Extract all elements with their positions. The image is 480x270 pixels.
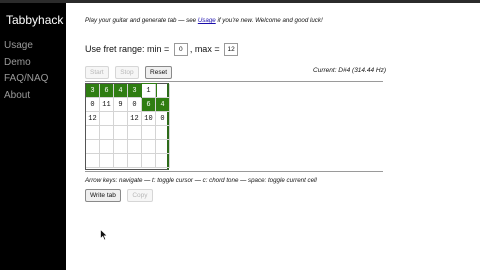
sidebar-item-faq-naq[interactable]: FAQ/NAQ — [4, 71, 48, 88]
tab-cell[interactable]: 3 — [128, 84, 142, 98]
tab-grid: 3 6 4 3 1 0 11 9 0 6 4 12 12 10 0 — [85, 83, 170, 170]
tab-cell[interactable]: 0 — [128, 98, 142, 112]
tab-cell[interactable] — [128, 140, 142, 154]
action-buttons: Write tab Copy — [85, 189, 155, 207]
main-content: Play your guitar and generate tab — see … — [66, 3, 480, 270]
reset-button[interactable]: Reset — [145, 66, 172, 79]
mouse-pointer-icon — [100, 229, 108, 241]
intro-text: Play your guitar and generate tab — see … — [85, 17, 323, 24]
sidebar-nav: Usage Demo FAQ/NAQ About — [4, 38, 48, 104]
tab-cell[interactable]: 6 — [142, 98, 156, 112]
tab-cell[interactable]: 6 — [100, 84, 114, 98]
tab-cell[interactable] — [86, 140, 100, 154]
tab-editor: 3 6 4 3 1 0 11 9 0 6 4 12 12 10 0 — [85, 81, 383, 172]
tab-cell[interactable]: 1 — [141, 83, 157, 99]
tab-cell[interactable] — [142, 154, 156, 168]
sidebar: Tabbyhack Usage Demo FAQ/NAQ About — [0, 3, 66, 270]
brand-title[interactable]: Tabbyhack — [6, 13, 63, 27]
tab-cell[interactable] — [114, 140, 128, 154]
tab-cell[interactable]: 4 — [156, 98, 170, 112]
tab-cell[interactable] — [142, 140, 156, 154]
sidebar-item-demo[interactable]: Demo — [4, 55, 48, 72]
tab-cell[interactable]: 12 — [86, 112, 100, 126]
tab-cell[interactable] — [100, 140, 114, 154]
tab-cell[interactable]: 11 — [100, 98, 114, 112]
tab-cell[interactable] — [114, 154, 128, 168]
usage-link[interactable]: Usage — [198, 17, 216, 24]
current-note-readout: Current: D#4 (314.44 Hz) — [313, 67, 386, 74]
tab-cell[interactable] — [156, 126, 170, 140]
sidebar-item-about[interactable]: About — [4, 88, 48, 105]
tab-cell[interactable]: 4 — [114, 84, 128, 98]
start-button[interactable]: Start — [85, 66, 109, 79]
tab-cell[interactable]: 0 — [156, 112, 170, 126]
tab-cell[interactable] — [128, 126, 142, 140]
copy-button[interactable]: Copy — [127, 189, 153, 202]
write-tab-button[interactable]: Write tab — [85, 189, 121, 202]
tab-cell[interactable] — [156, 154, 170, 168]
tab-cell[interactable] — [142, 126, 156, 140]
stop-button[interactable]: Stop — [115, 66, 139, 79]
tab-cell[interactable] — [128, 154, 142, 168]
fret-range-label: Use fret range: min = — [85, 43, 170, 54]
tab-cell[interactable] — [114, 126, 128, 140]
max-fret-input[interactable]: 12 — [224, 43, 239, 56]
keyboard-hint: Arrow keys: navigate — t: toggle cursor … — [85, 177, 317, 184]
tab-cell[interactable] — [100, 126, 114, 140]
fret-range-row: Use fret range: min = 0, max = 12 — [85, 43, 240, 56]
tab-cell[interactable] — [86, 154, 100, 168]
fret-range-separator: , max = — [189, 43, 220, 54]
tab-cell[interactable] — [100, 154, 114, 168]
tab-cell[interactable]: 12 — [128, 112, 142, 126]
min-fret-input[interactable]: 0 — [173, 43, 188, 56]
tab-cell[interactable] — [114, 112, 128, 126]
sidebar-item-usage[interactable]: Usage — [4, 38, 48, 55]
tab-cell[interactable] — [156, 84, 170, 98]
intro-suffix: if you're new. Welcome and good luck! — [215, 17, 323, 24]
tab-cell[interactable]: 9 — [114, 98, 128, 112]
intro-prefix: Play your guitar and generate tab — see — [85, 17, 198, 24]
tab-cell[interactable]: 10 — [142, 112, 156, 126]
tab-cell[interactable]: 0 — [86, 98, 100, 112]
tab-cell[interactable]: 3 — [86, 84, 100, 98]
tab-cell[interactable] — [156, 140, 170, 154]
tab-cell[interactable] — [86, 126, 100, 140]
tab-cell[interactable] — [100, 112, 114, 126]
